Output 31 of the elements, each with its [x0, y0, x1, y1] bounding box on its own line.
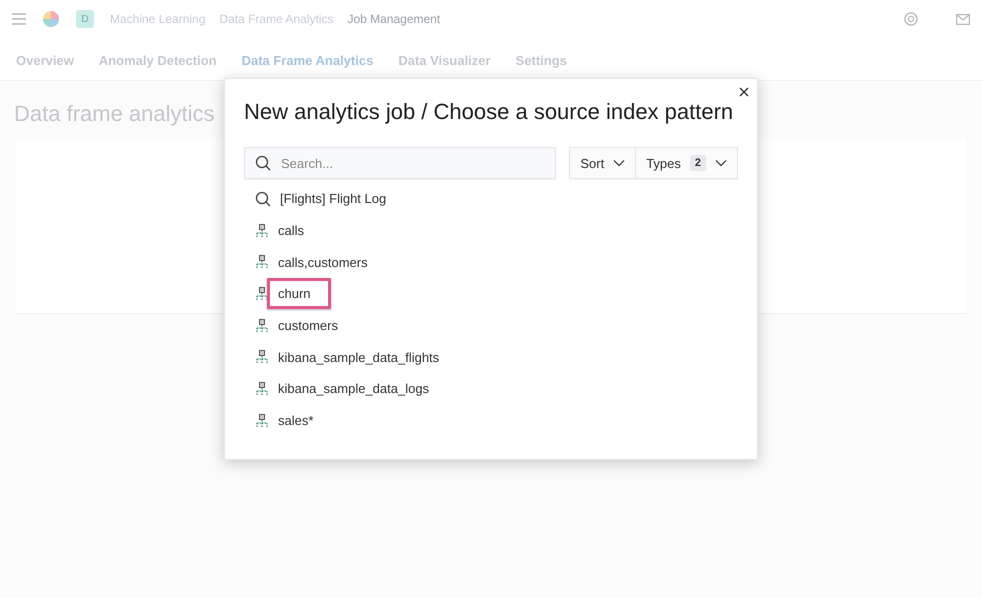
- menu-icon[interactable]: [12, 13, 26, 25]
- index-pattern-icon: [255, 286, 269, 301]
- chevron-down-icon: [613, 159, 626, 167]
- index-pattern-icon: [255, 255, 269, 270]
- index-pattern-icon: [255, 414, 269, 428]
- mail-icon[interactable]: [956, 14, 970, 24]
- index-pattern-icon: [255, 318, 269, 333]
- types-button[interactable]: Types 2: [635, 148, 737, 178]
- close-icon[interactable]: [737, 85, 751, 99]
- modal-title: New analytics job / Choose a source index pattern: [244, 99, 734, 125]
- index-pattern-item[interactable]: churn: [267, 278, 331, 310]
- index-pattern-icon: [255, 382, 269, 396]
- logo-icon[interactable]: [42, 10, 60, 28]
- index-pattern-item[interactable]: calls,customers: [278, 254, 368, 270]
- index-pattern-item[interactable]: customers: [278, 318, 338, 334]
- sort-button[interactable]: Sort: [570, 148, 636, 178]
- search-icon: [255, 155, 271, 171]
- index-pattern-item[interactable]: calls: [278, 223, 304, 238]
- help-icon[interactable]: [904, 12, 918, 26]
- index-pattern-item[interactable]: kibana_sample_data_flights: [278, 350, 440, 365]
- index-pattern-icon: [255, 224, 269, 238]
- search-input[interactable]: Search...: [279, 154, 546, 172]
- search-icon: [255, 190, 271, 207]
- page-title: Data frame analytics: [14, 101, 215, 127]
- chevron-down-icon: [715, 159, 727, 167]
- index-pattern-item[interactable]: [Flights] Flight Log: [280, 191, 386, 206]
- index-pattern-item[interactable]: kibana_sample_data_logs: [278, 381, 430, 396]
- count-badge: 2: [690, 155, 706, 171]
- index-pattern-item[interactable]: sales*: [278, 413, 314, 428]
- search-field[interactable]: Search...: [244, 147, 556, 179]
- index-pattern-icon: [255, 350, 269, 364]
